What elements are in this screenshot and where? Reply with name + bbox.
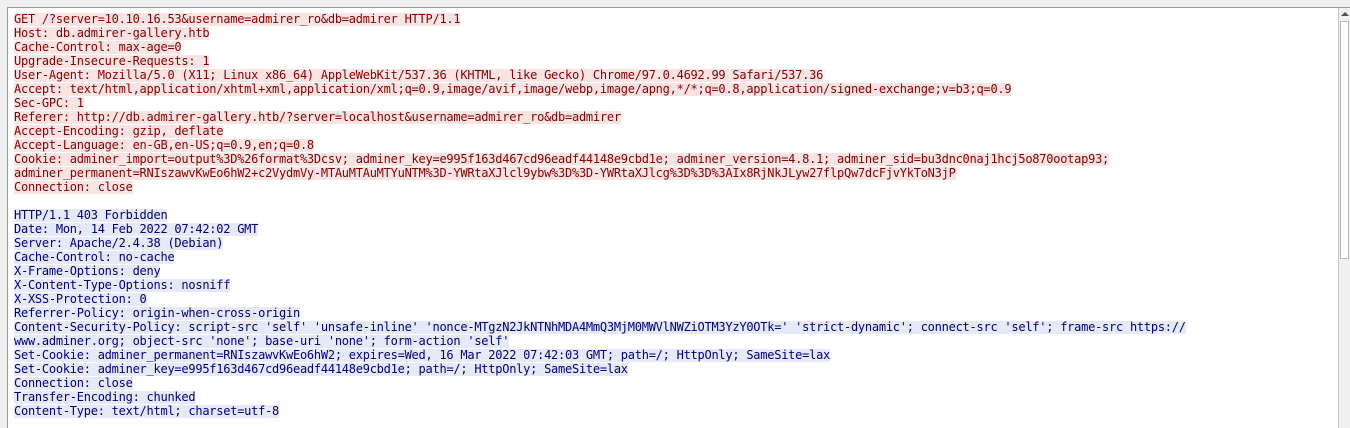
response-header-line: Referrer-Policy: origin-when-cross-origi… [14, 306, 1336, 320]
response-header-line-text: Date: Mon, 14 Feb 2022 07:42:02 GMT [14, 222, 259, 236]
response-header-line: Date: Mon, 14 Feb 2022 07:42:02 GMT [14, 222, 1336, 236]
request-header-line: Accept-Encoding: gzip, deflate [14, 124, 1336, 138]
request-header-line-text: GET /?server=10.10.16.53&username=admire… [14, 12, 461, 26]
http-message-viewer: GET /?server=10.10.16.53&username=admire… [7, 7, 1350, 428]
response-header-line: Set-Cookie: adminer_permanent=RNIszawvKw… [14, 348, 1336, 362]
response-header-line: HTTP/1.1 403 Forbidden [14, 208, 1336, 222]
response-header-line-text: HTTP/1.1 403 Forbidden [14, 208, 168, 222]
request-header-line: Sec-GPC: 1 [14, 96, 1336, 110]
response-header-line: www.adminer.org; object-src 'none'; base… [14, 334, 1336, 348]
blank-separator [14, 194, 1336, 208]
request-header-line: Cache-Control: max-age=0 [14, 40, 1336, 54]
request-header-line: Accept-Language: en-GB,en-US;q=0.9,en;q=… [14, 138, 1336, 152]
request-header-line: User-Agent: Mozilla/5.0 (X11; Linux x86_… [14, 68, 1336, 82]
request-header-line-text: Referer: http://db.admirer-gallery.htb/?… [14, 110, 621, 124]
request-header-line-text: Cookie: adminer_import=output%3D%26forma… [14, 152, 1110, 166]
response-header-line-text: X-Content-Type-Options: nosniff [14, 278, 231, 292]
request-header-line: Connection: close [14, 180, 1336, 194]
scroll-up-arrow-icon[interactable] [1339, 8, 1350, 20]
request-header-line: adminer_permanent=RNIszawvKwEo6hW2+c2Vyd… [14, 166, 1336, 180]
response-header-line: Connection: close [14, 376, 1336, 390]
request-header-line: Referer: http://db.admirer-gallery.htb/?… [14, 110, 1336, 124]
response-header-line-text: www.adminer.org; object-src 'none'; base… [14, 334, 510, 348]
response-header-line-text: X-Frame-Options: deny [14, 264, 161, 278]
request-header-line-text: Sec-GPC: 1 [14, 96, 84, 110]
request-header-line-text: Accept-Language: en-GB,en-US;q=0.9,en;q=… [14, 138, 314, 152]
http-response-block: HTTP/1.1 403 Forbidden Date: Mon, 14 Feb … [14, 208, 1336, 418]
response-header-line: X-Content-Type-Options: nosniff [14, 278, 1336, 292]
response-header-line-text: Connection: close [14, 376, 133, 390]
request-header-line-text: Cache-Control: max-age=0 [14, 40, 182, 54]
request-header-line-text: adminer_permanent=RNIszawvKwEo6hW2+c2Vyd… [14, 166, 956, 180]
request-header-line: GET /?server=10.10.16.53&username=admire… [14, 12, 1336, 26]
request-header-line-text: User-Agent: Mozilla/5.0 (X11; Linux x86_… [14, 68, 824, 82]
request-header-line-text: Connection: close [14, 180, 133, 194]
response-header-line: X-Frame-Options: deny [14, 264, 1336, 278]
response-header-line-text: X-XSS-Protection: 0 [14, 292, 147, 306]
request-header-line: Host: db.admirer-gallery.htb [14, 26, 1336, 40]
response-header-line: Content-Type: text/html; charset=utf-8 [14, 404, 1336, 418]
request-header-line-text: Accept-Encoding: gzip, deflate [14, 124, 224, 138]
response-header-line-text: Cache-Control: no-cache [14, 250, 175, 264]
response-header-line-text: Set-Cookie: adminer_key=e995f163d467cd96… [14, 362, 628, 376]
request-header-line: Accept: text/html,application/xhtml+xml,… [14, 82, 1336, 96]
request-header-line-text: Upgrade-Insecure-Requests: 1 [14, 54, 210, 68]
request-header-line: Upgrade-Insecure-Requests: 1 [14, 54, 1336, 68]
http-request-block: GET /?server=10.10.16.53&username=admire… [14, 12, 1336, 194]
response-header-line: Content-Security-Policy: script-src 'sel… [14, 320, 1336, 334]
request-header-line: Cookie: adminer_import=output%3D%26forma… [14, 152, 1336, 166]
response-header-line: Set-Cookie: adminer_key=e995f163d467cd96… [14, 362, 1336, 376]
response-header-line-text: Set-Cookie: adminer_permanent=RNIszawvKw… [14, 348, 831, 362]
request-header-line-text: Accept: text/html,application/xhtml+xml,… [14, 82, 1012, 96]
response-header-line-text: Server: Apache/2.4.38 (Debian) [14, 236, 224, 250]
scrollbar-thumb[interactable] [1340, 21, 1349, 259]
response-header-line-text: Content-Security-Policy: script-src 'sel… [14, 320, 1186, 334]
vertical-scrollbar[interactable] [1338, 8, 1350, 428]
response-header-line: Cache-Control: no-cache [14, 250, 1336, 264]
response-header-line: Transfer-Encoding: chunked [14, 390, 1336, 404]
request-header-line-text: Host: db.admirer-gallery.htb [14, 26, 210, 40]
response-header-line-text: Content-Type: text/html; charset=utf-8 [14, 404, 280, 418]
response-header-line-text: Referrer-Policy: origin-when-cross-origi… [14, 306, 300, 320]
response-header-line: Server: Apache/2.4.38 (Debian) [14, 236, 1336, 250]
response-header-line-text: Transfer-Encoding: chunked [14, 390, 196, 404]
response-header-line: X-XSS-Protection: 0 [14, 292, 1336, 306]
http-message-text: GET /?server=10.10.16.53&username=admire… [14, 12, 1336, 418]
